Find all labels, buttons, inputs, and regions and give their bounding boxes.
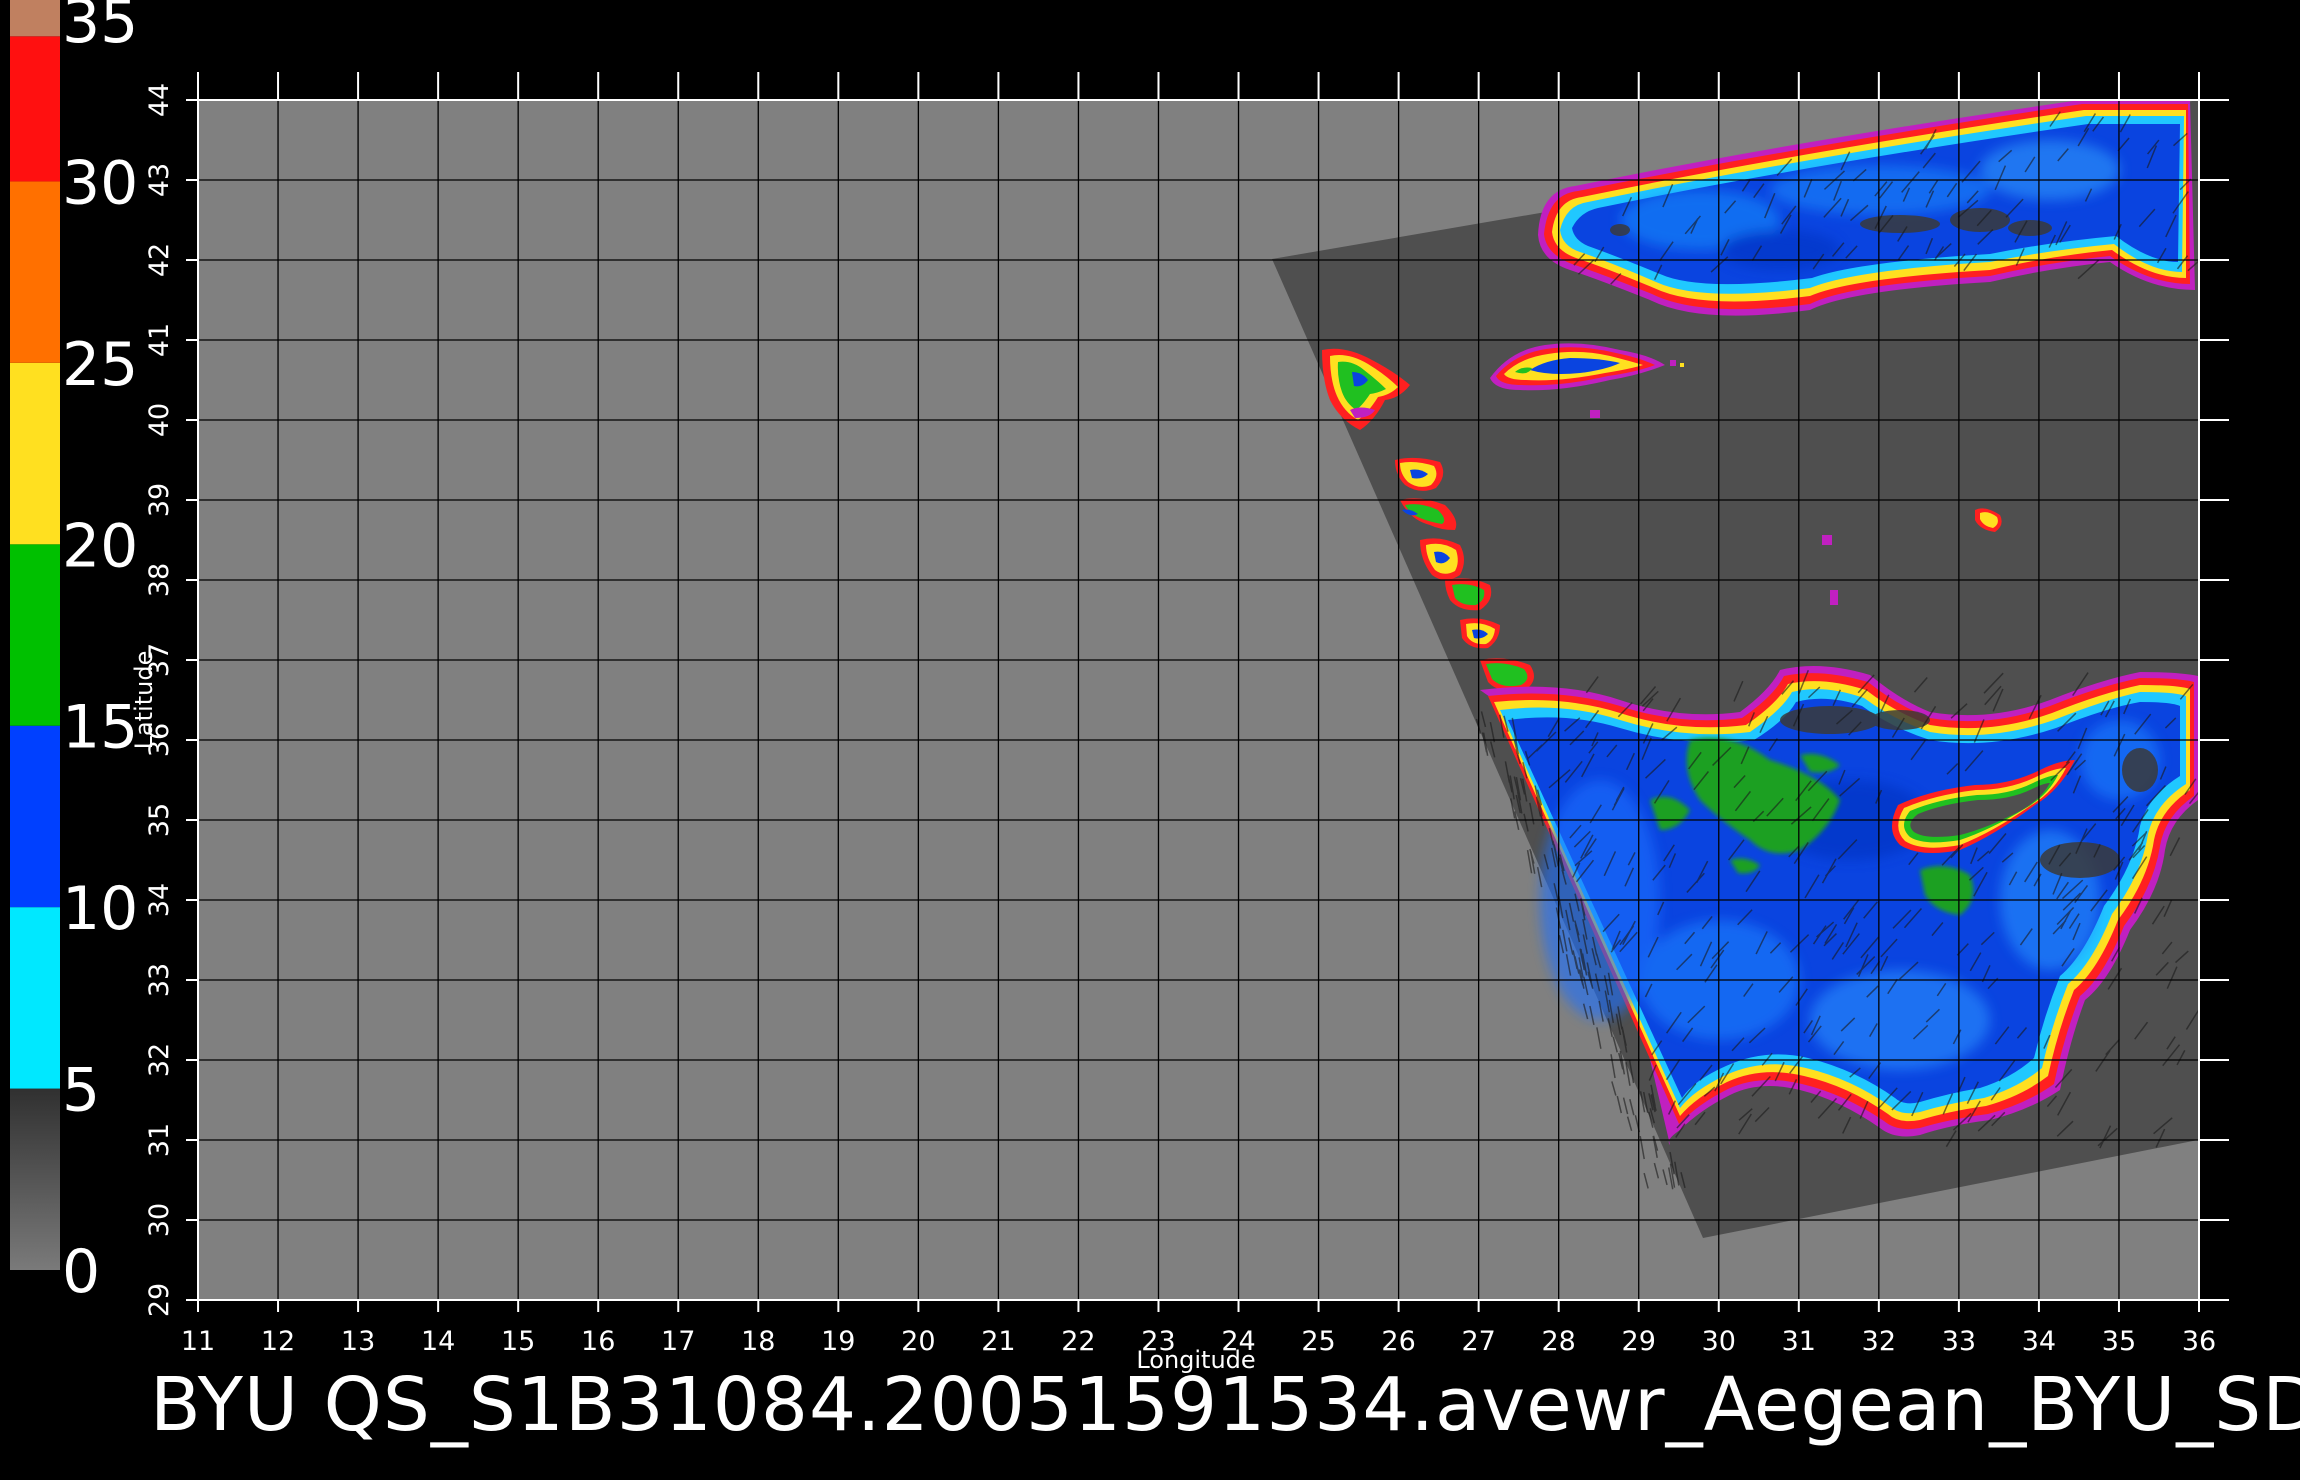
y-tick-label: 35: [144, 803, 175, 837]
y-tick-label: 44: [144, 83, 175, 117]
x-tick-label: 33: [1942, 1326, 1976, 1357]
colorbar-tick-label: 30: [62, 148, 138, 218]
x-tick-label: 11: [181, 1326, 215, 1357]
x-tick-label: 36: [2182, 1326, 2216, 1357]
colorbar-segment: [10, 181, 60, 363]
x-tick-label: 29: [1622, 1326, 1656, 1357]
y-tick-label: 31: [144, 1123, 175, 1157]
colorbar-segment: [10, 0, 60, 37]
colorbar-segment: [10, 725, 60, 908]
x-tick-label: 22: [1061, 1326, 1095, 1357]
colorbar-tick-label: 5: [62, 1056, 100, 1126]
y-tick-label: 39: [144, 483, 175, 517]
x-tick-label: 34: [2022, 1326, 2056, 1357]
y-tick-label: 41: [144, 323, 175, 357]
colorbar-segment: [10, 36, 60, 182]
x-tick-label: 25: [1301, 1326, 1335, 1357]
x-tick-label: 14: [421, 1326, 455, 1357]
y-axis-title: Latitude: [130, 651, 158, 750]
y-tick-label: 42: [144, 243, 175, 277]
x-tick-label: 18: [741, 1326, 775, 1357]
colorbar-tick-label: 25: [62, 330, 138, 400]
x-tick-label: 28: [1542, 1326, 1576, 1357]
y-tick-label: 34: [144, 883, 175, 917]
colorbar-segment: [10, 1088, 60, 1270]
y-tick-label: 33: [144, 963, 175, 997]
y-tick-label: 30: [144, 1203, 175, 1237]
colorbar-tick-label: 35: [62, 0, 138, 57]
x-tick-label: 16: [581, 1326, 615, 1357]
x-tick-label: 13: [341, 1326, 375, 1357]
x-tick-label: 15: [501, 1326, 535, 1357]
colorbar-segment: [10, 544, 60, 726]
x-tick-label: 26: [1381, 1326, 1415, 1357]
x-tick-label: 21: [981, 1326, 1015, 1357]
figure-title: BYU QS_S1B31084.20051591534.avewr_Aegean…: [150, 1362, 2300, 1448]
x-tick-label: 12: [261, 1326, 295, 1357]
x-tick-label: 35: [2102, 1326, 2136, 1357]
y-tick-label: 40: [144, 403, 175, 437]
x-tick-label: 30: [1702, 1326, 1736, 1357]
x-tick-label: 32: [1862, 1326, 1896, 1357]
colorbar-tick-label: 15: [62, 693, 138, 763]
wind-speed-map: 0 5 10 15 20 25 30 35 11 12 13 14 15 16 17 18 1…: [10, 0, 2229, 1374]
y-tick-label: 38: [144, 563, 175, 597]
x-tick-label: 20: [901, 1326, 935, 1357]
x-tick-label: 17: [661, 1326, 695, 1357]
colorbar-tick-label: 0: [62, 1237, 100, 1307]
y-tick-label: 32: [144, 1043, 175, 1077]
x-tick-label: 27: [1461, 1326, 1495, 1357]
colorbar-segment: [10, 362, 60, 545]
x-tick-label: 19: [821, 1326, 855, 1357]
y-tick-label: 43: [144, 163, 175, 197]
colorbar-segment: [10, 907, 60, 1089]
colorbar-tick-label: 20: [62, 511, 138, 581]
y-tick-label: 29: [144, 1283, 175, 1317]
x-tick-label: 31: [1782, 1326, 1816, 1357]
colorbar: 0 5 10 15 20 25 30 35: [10, 0, 138, 1307]
colorbar-tick-label: 10: [62, 874, 138, 944]
